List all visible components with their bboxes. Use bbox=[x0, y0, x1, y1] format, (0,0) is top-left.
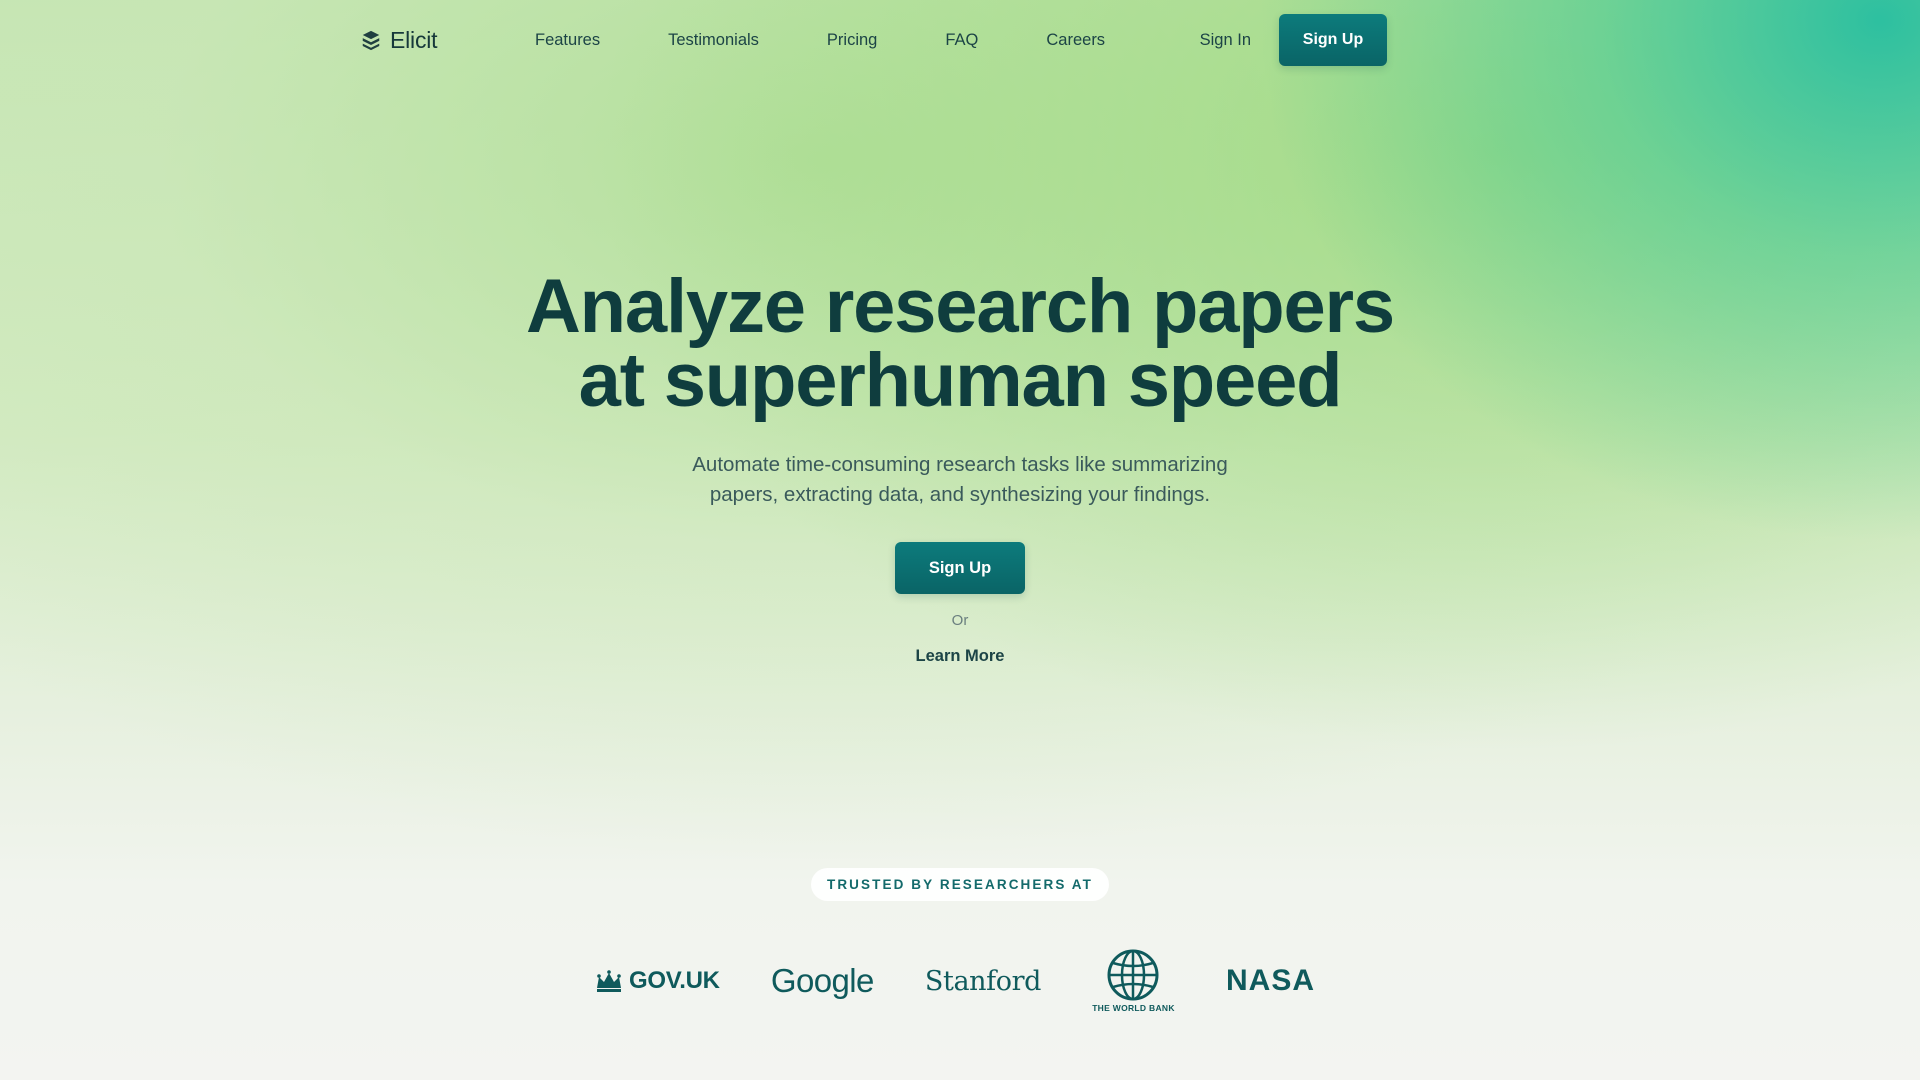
hero-title: Analyze research papers at superhuman sp… bbox=[0, 269, 1920, 419]
hero-sign-up-button[interactable]: Sign Up bbox=[895, 542, 1025, 594]
trusted-label: TRUSTED BY RESEARCHERS AT bbox=[810, 868, 1110, 901]
nav-link-careers[interactable]: Careers bbox=[1046, 31, 1105, 50]
nav-link-testimonials[interactable]: Testimonials bbox=[668, 31, 759, 50]
hero-section: Analyze research papers at superhuman sp… bbox=[0, 269, 1920, 666]
elicit-logo-icon bbox=[362, 30, 380, 51]
nav-link-faq[interactable]: FAQ bbox=[945, 31, 978, 50]
stanford-logo: Stanford bbox=[925, 966, 1041, 997]
top-nav: Elicit Features Testimonials Pricing FAQ… bbox=[360, 14, 1387, 66]
govuk-logo-text: GOV.UK bbox=[629, 967, 720, 994]
hero-subtitle-line-1: Automate time-consuming research tasks l… bbox=[692, 453, 1228, 476]
nav-link-features[interactable]: Features bbox=[535, 31, 600, 50]
partner-logos: GOV.UK Google Stanford THE WORLD BANK NA… bbox=[595, 946, 1315, 1016]
brand-name: Elicit bbox=[390, 26, 438, 53]
google-logo-text: Google bbox=[770, 962, 874, 999]
nav-links: Features Testimonials Pricing FAQ Career… bbox=[535, 31, 1105, 50]
hero-subtitle-line-2: papers, extracting data, and synthesizin… bbox=[709, 483, 1211, 506]
world-bank-logo-text: THE WORLD BANK bbox=[1092, 1003, 1175, 1013]
world-bank-logo: THE WORLD BANK bbox=[1092, 949, 1175, 1013]
nav-actions: Sign In Sign Up bbox=[1200, 14, 1387, 66]
or-divider-text: Or bbox=[951, 612, 969, 629]
nasa-logo: NASA bbox=[1226, 964, 1315, 998]
nav-link-pricing[interactable]: Pricing bbox=[827, 31, 877, 50]
brand-logo[interactable]: Elicit bbox=[360, 27, 520, 54]
google-logo: Google bbox=[771, 962, 874, 1000]
hero-title-line-2: at superhuman speed bbox=[578, 338, 1343, 423]
sign-in-link[interactable]: Sign In bbox=[1200, 31, 1251, 50]
stanford-logo-text: Stanford bbox=[924, 965, 1041, 997]
crown-icon bbox=[597, 970, 621, 992]
globe-icon bbox=[1107, 949, 1159, 1001]
hero-title-line-1: Analyze research papers bbox=[526, 264, 1395, 349]
hero-subtitle: Automate time-consuming research tasks l… bbox=[660, 450, 1260, 510]
trusted-section: TRUSTED BY RESEARCHERS AT bbox=[0, 868, 1920, 901]
nav-sign-up-button[interactable]: Sign Up bbox=[1279, 14, 1387, 66]
nasa-logo-text: NASA bbox=[1225, 964, 1315, 997]
learn-more-link[interactable]: Learn More bbox=[916, 647, 1005, 666]
govuk-logo: GOV.UK bbox=[595, 967, 720, 995]
